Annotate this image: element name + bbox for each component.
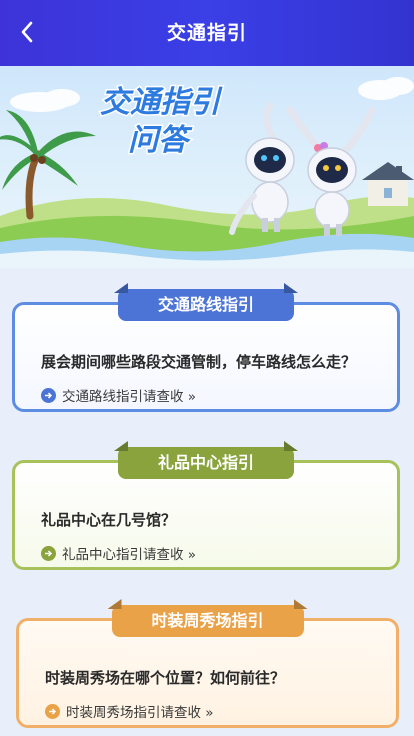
banner-title-line1: 交通指引: [100, 85, 223, 120]
card-link[interactable]: 时装周秀场指引请查收 »: [45, 701, 214, 721]
card-fashion-show[interactable]: 时装周秀场指引 时装周秀场在哪个位置？如何前往？ 时装周秀场指引请查收 »: [16, 605, 399, 728]
card-traffic-route[interactable]: 交通路线指引 展会期间哪些路段交通管制，停车路线怎么走？ 交通路线指引请查收 »: [12, 289, 400, 412]
card-question: 时装周秀场在哪个位置？如何前往？: [45, 669, 286, 687]
card-tab-title: 礼品中心指引: [117, 447, 295, 479]
card-link-label: 时装周秀场指引请查收 »: [66, 705, 214, 721]
card-question: 展会期间哪些路段交通管制，停车路线怎么走？: [41, 353, 357, 371]
card-link[interactable]: 交通路线指引请查收 »: [41, 385, 196, 405]
card-link-label: 礼品中心指引请查收 »: [62, 547, 197, 563]
banner-illustration: 交通指引 问答: [0, 77, 414, 268]
page-title: 交通指引: [166, 22, 247, 44]
card-tab-title: 时装周秀场指引: [111, 605, 304, 637]
card-link-label: 交通路线指引请查收 »: [62, 389, 197, 405]
arrow-right-icon: [45, 703, 60, 719]
arrow-right-icon: [41, 545, 56, 561]
card-question: 礼品中心在几号馆？: [41, 511, 177, 529]
banner: 交通指引 问答: [0, 66, 414, 268]
arrow-right-icon: [41, 387, 56, 403]
top-bar: 交通指引: [0, 0, 414, 66]
card-link[interactable]: 礼品中心指引请查收 »: [41, 543, 196, 563]
card-tab-title: 交通路线指引: [117, 289, 295, 321]
banner-title-line2: 问答: [128, 123, 193, 158]
card-gift-center[interactable]: 礼品中心指引 礼品中心在几号馆？ 礼品中心指引请查收 »: [12, 447, 400, 570]
